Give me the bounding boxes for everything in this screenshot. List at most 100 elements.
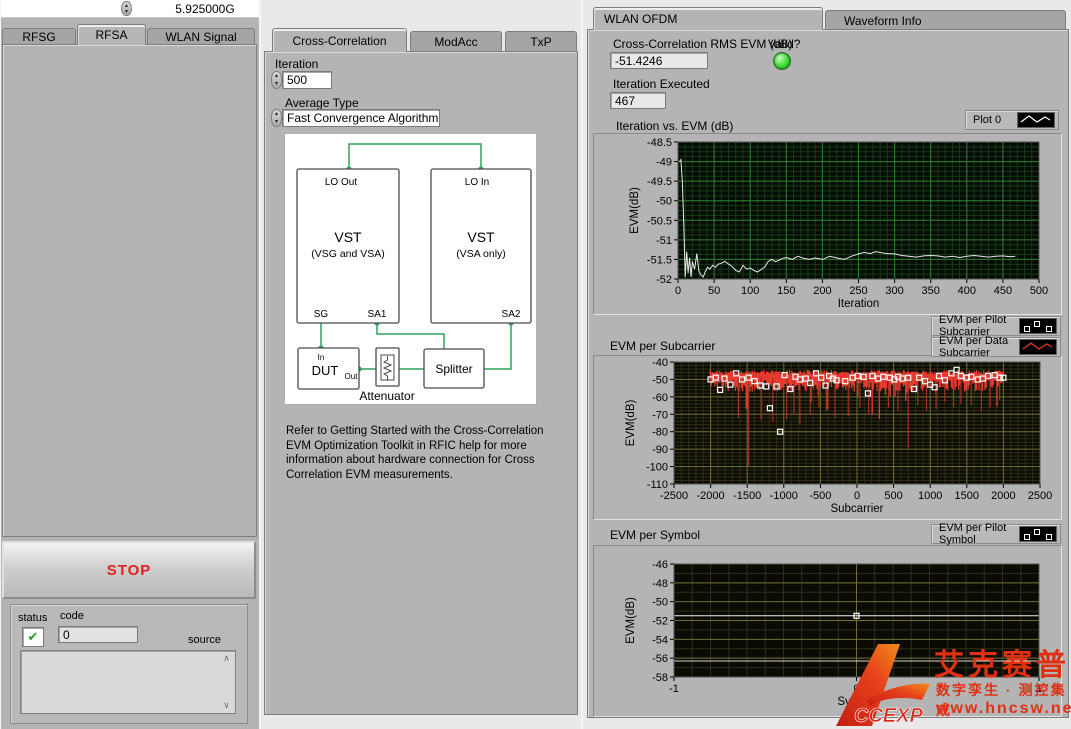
plot0-legend[interactable]: Plot 0 (965, 110, 1059, 130)
svg-text:-49.5: -49.5 (647, 176, 672, 188)
average-type-label: Average Type (285, 96, 359, 110)
iteration-field[interactable]: 500 (282, 71, 332, 89)
tab-txp-label: TxP (530, 35, 551, 49)
squares-icon (1019, 318, 1057, 334)
watermark-url: www.hncsw.net (936, 700, 1071, 718)
pilot-symbol-legend[interactable]: EVM per Pilot Symbol (931, 524, 1061, 544)
dut-label: DUT (312, 363, 339, 378)
pilot-subcarrier-legend[interactable]: EVM per Pilot Subcarrier (931, 316, 1061, 336)
average-type-field[interactable]: Fast Convergence Algorithm (282, 109, 440, 127)
frequency-value[interactable]: 5.925000G (160, 2, 250, 16)
svg-text:EVM(dB): EVM(dB) (625, 597, 637, 644)
tab-wlan-ofdm[interactable]: WLAN OFDM (593, 7, 823, 30)
tab-rfsg[interactable]: RFSG (2, 28, 76, 45)
spinner-down-icon[interactable]: ▾ (275, 81, 278, 87)
svg-text:0: 0 (675, 285, 681, 297)
svg-text:-500: -500 (809, 490, 831, 502)
code-field[interactable]: 0 (58, 626, 138, 643)
stop-button[interactable]: STOP (2, 541, 256, 599)
svg-text:400: 400 (958, 285, 976, 297)
svg-text:-50.5: -50.5 (647, 215, 672, 227)
spinner-up-icon[interactable]: ▴ (275, 73, 278, 79)
svg-text:EVM(dB): EVM(dB) (625, 400, 637, 447)
rfsa-tab-page (2, 44, 257, 537)
code-value: 0 (63, 628, 70, 642)
scrollbar[interactable]: ∧ ∨ (220, 653, 233, 711)
status-indicator: ✔ (22, 627, 44, 647)
svg-text:-48.5: -48.5 (647, 137, 672, 149)
chart-symbol-title: EVM per Symbol (610, 528, 700, 542)
svg-text:EVM(dB): EVM(dB) (629, 187, 641, 234)
frequency-stepper[interactable]: ▴ ▾ (121, 1, 132, 16)
iteration-stepper[interactable]: ▴ ▾ (271, 71, 282, 89)
code-label: code (60, 610, 84, 622)
scroll-down-icon[interactable]: ∨ (223, 700, 230, 711)
tab-rfsa-label: RFSA (95, 28, 127, 42)
source-field[interactable]: ∧ ∨ (20, 650, 236, 714)
splitter-label: Splitter (435, 362, 472, 376)
spinner-down-icon[interactable]: ▾ (125, 9, 128, 15)
sa2-port-label: SA2 (502, 309, 521, 320)
dut-in-label: In (318, 353, 325, 362)
tab-waveform-info[interactable]: Waveform Info (825, 10, 1066, 30)
rms-evm-value: -51.4246 (615, 54, 662, 68)
valid-label: Valid? (768, 37, 800, 51)
pilot-symbol-legend-label: EVM per Pilot Symbol (939, 522, 1015, 546)
svg-text:0: 0 (854, 490, 860, 502)
svg-text:500: 500 (884, 490, 902, 502)
svg-text:-54: -54 (652, 634, 668, 646)
tab-waveform-info-label: Waveform Info (844, 14, 922, 28)
svg-text:-50: -50 (652, 597, 668, 609)
ccexp-brand-text: CCEXP (854, 705, 924, 727)
svg-text:200: 200 (813, 285, 831, 297)
line-icon (1019, 339, 1057, 355)
svg-text:50: 50 (708, 285, 720, 297)
svg-text:-70: -70 (652, 409, 668, 421)
svg-text:450: 450 (994, 285, 1012, 297)
svg-text:-51: -51 (656, 235, 672, 247)
tab-rfsg-label: RFSG (22, 30, 55, 44)
tab-rfsa[interactable]: RFSA (77, 24, 146, 45)
svg-text:Subcarrier: Subcarrier (830, 503, 883, 515)
watermark-cn-name: 艾克赛普 (934, 640, 1070, 684)
svg-text:-110: -110 (647, 479, 668, 491)
spinner-down-icon[interactable]: ▾ (275, 119, 278, 125)
svg-text:1000: 1000 (918, 490, 942, 502)
valid-led (773, 52, 791, 70)
stop-button-label: STOP (107, 562, 152, 579)
app-window: ▴ ▾ 5.925000G RFSG RFSA WLAN Signal RFSA… (0, 0, 1071, 729)
svg-text:2000: 2000 (991, 490, 1015, 502)
lo-in-label: LO In (465, 177, 489, 188)
iteration-executed-field[interactable]: 467 (610, 92, 666, 109)
svg-text:150: 150 (777, 285, 795, 297)
data-subcarrier-legend-label: EVM per Data Subcarrier (939, 335, 1015, 359)
iteration-value: 500 (287, 73, 307, 87)
iteration-label: Iteration (275, 57, 318, 71)
svg-text:-2500: -2500 (660, 490, 688, 502)
svg-text:-50: -50 (652, 374, 668, 386)
plot0-legend-label: Plot 0 (973, 114, 1001, 126)
diagram-svg: LO Out LO In SG SA1 SA2 VST (VSG and VSA… (285, 134, 538, 406)
svg-text:-50: -50 (656, 196, 672, 208)
svg-text:-58: -58 (652, 672, 668, 684)
svg-text:1500: 1500 (955, 490, 979, 502)
data-subcarrier-legend[interactable]: EVM per Data Subcarrier (931, 337, 1061, 357)
average-type-stepper[interactable]: ▴ ▾ (271, 109, 282, 127)
help-note: Refer to Getting Started with the Cross-… (286, 424, 554, 483)
svg-text:-51.5: -51.5 (647, 254, 672, 266)
tab-modacc[interactable]: ModAcc (410, 31, 502, 51)
svg-text:-100: -100 (646, 462, 668, 474)
svg-text:-48: -48 (652, 578, 668, 590)
lo-out-label: LO Out (325, 177, 357, 188)
svg-text:300: 300 (885, 285, 903, 297)
tab-txp[interactable]: TxP (505, 31, 577, 51)
svg-text:-90: -90 (652, 444, 668, 456)
rms-evm-field[interactable]: -51.4246 (610, 52, 708, 69)
tab-cross-correlation[interactable]: Cross-Correlation (272, 28, 407, 52)
tab-wlan-signal[interactable]: WLAN Signal (147, 28, 255, 45)
scroll-up-icon[interactable]: ∧ (223, 653, 230, 664)
attenuator-label: Attenuator (359, 389, 414, 403)
tab-wlan-signal-label: WLAN Signal (165, 30, 236, 44)
spinner-up-icon[interactable]: ▴ (275, 111, 278, 117)
vst1-title: VST (334, 229, 362, 245)
